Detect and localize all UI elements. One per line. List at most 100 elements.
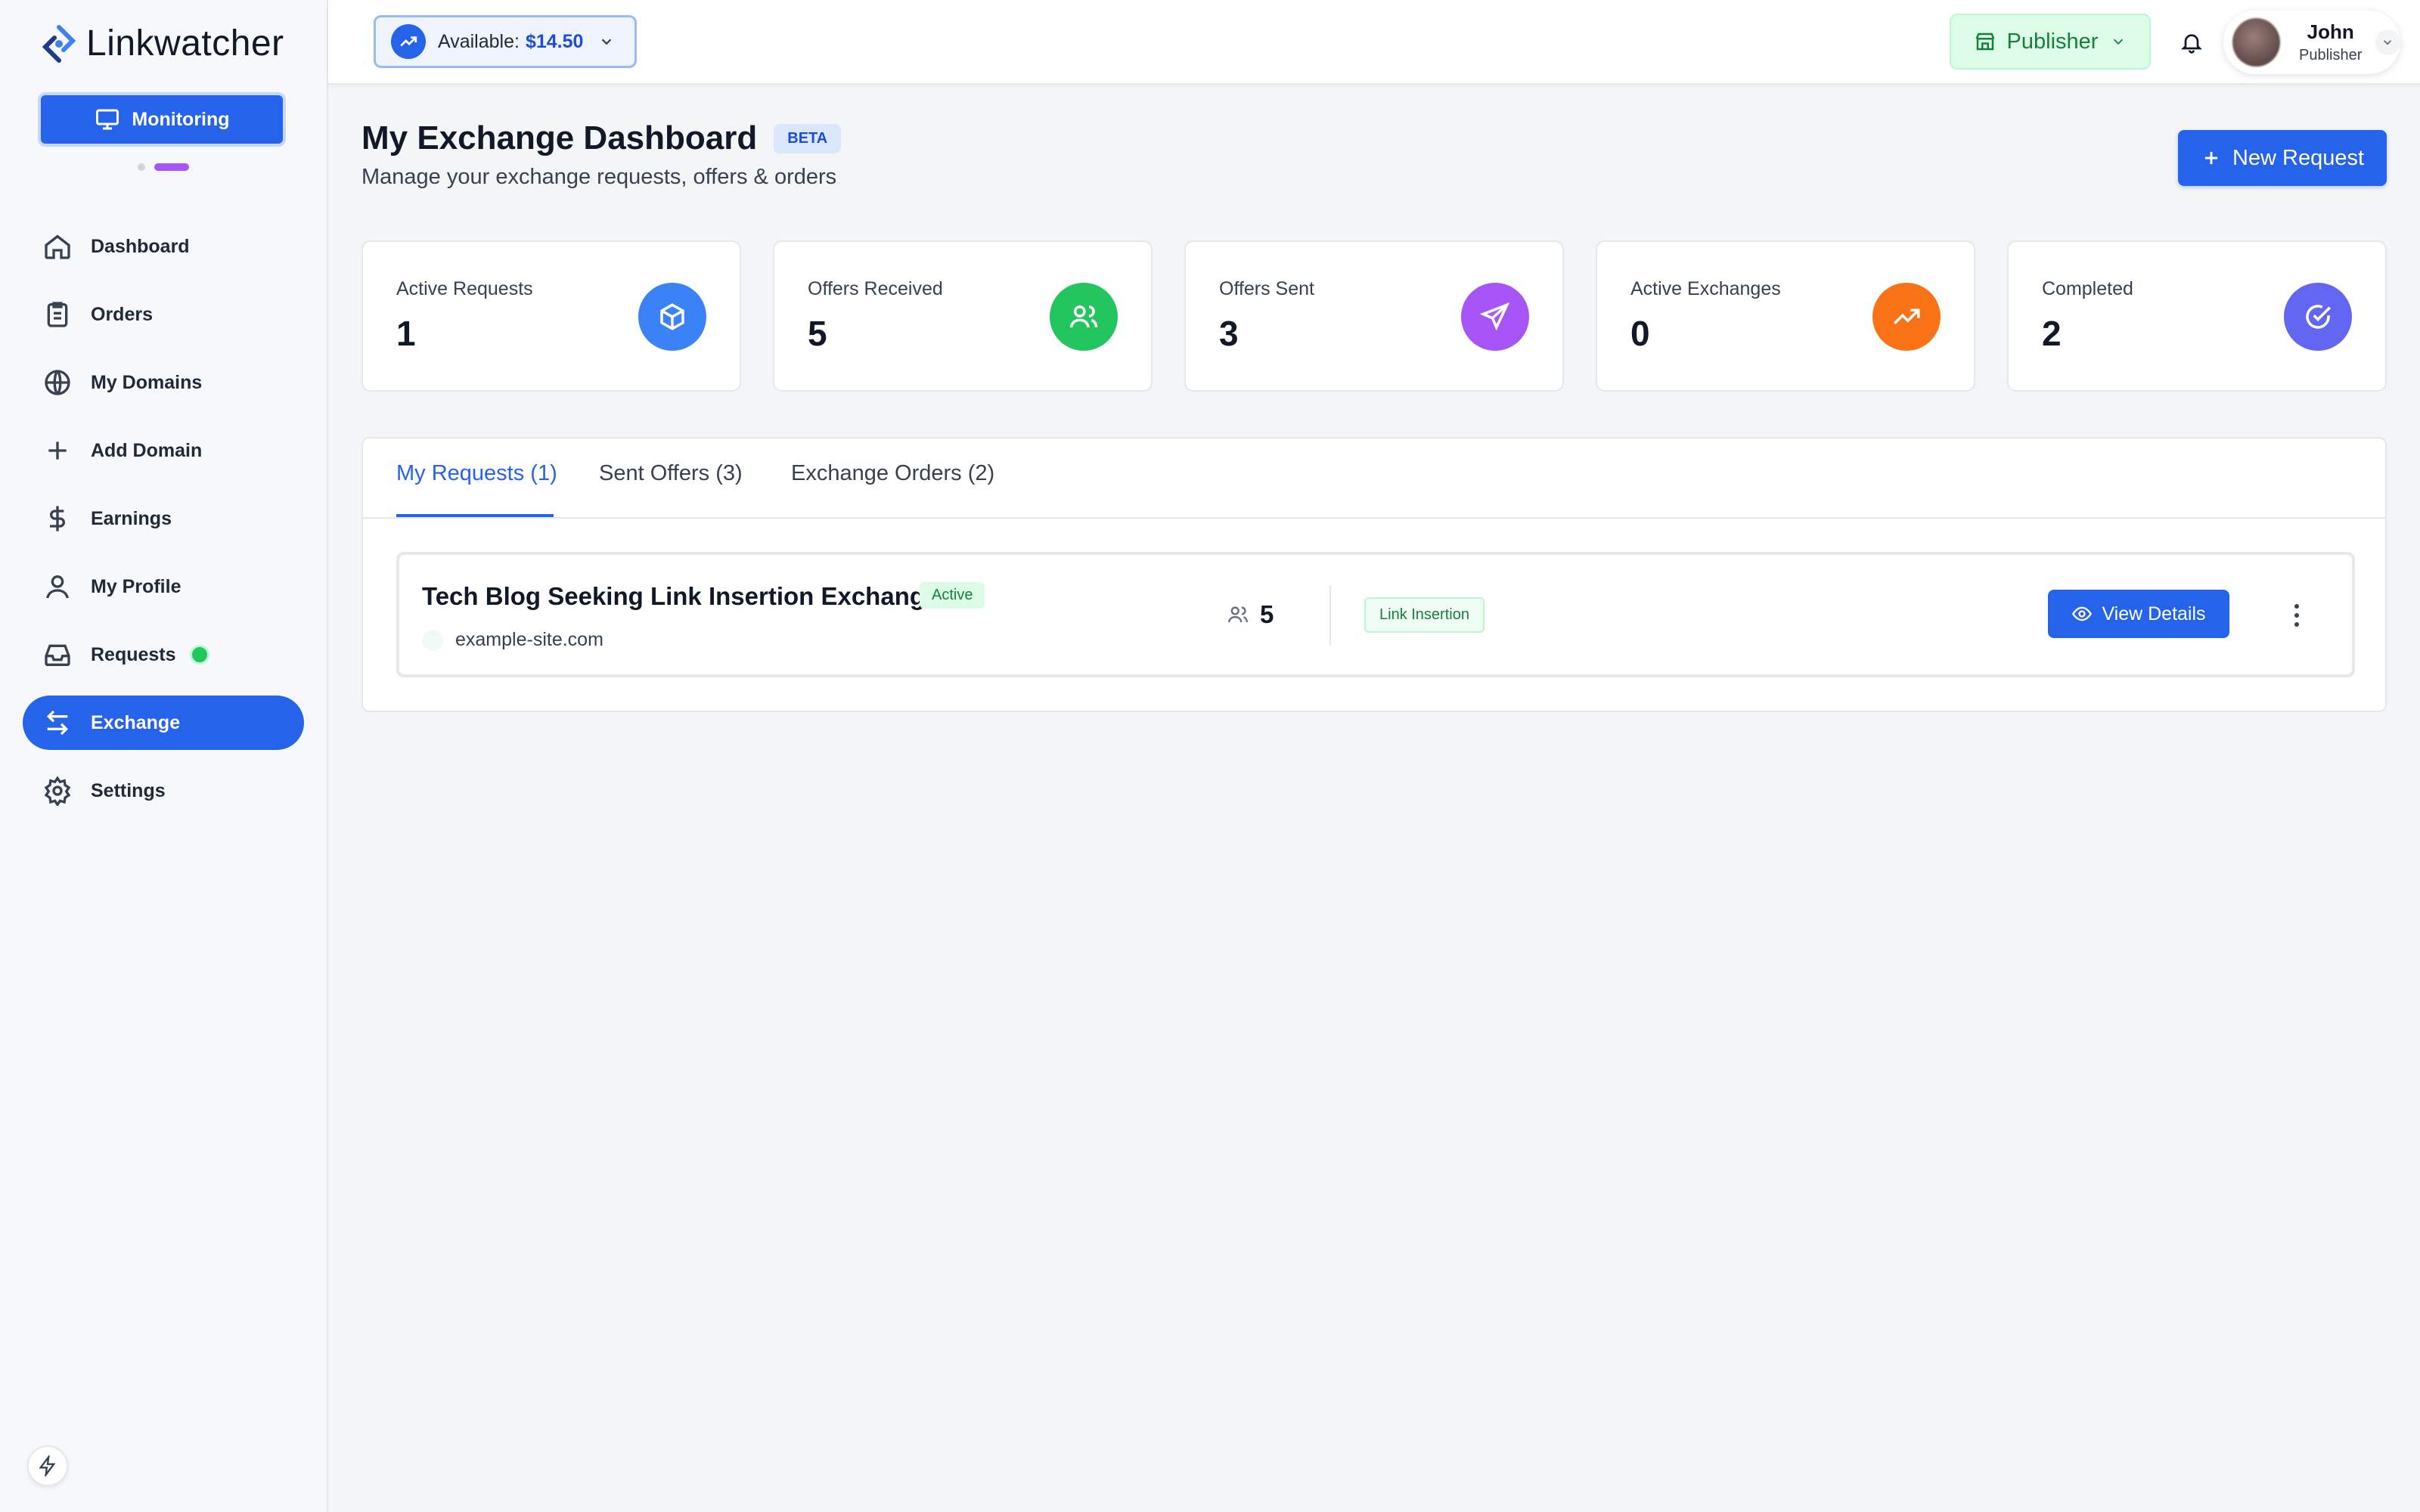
stat-label: Offers Received [808, 278, 943, 299]
stat-card-offers-received: Offers Received 5 [773, 240, 1153, 392]
users-icon [1069, 305, 1098, 328]
sidebar-item-label: Add Domain [91, 439, 203, 461]
avatar [2232, 18, 2280, 67]
page-header: My Exchange Dashboard BETA [361, 119, 842, 157]
sidebar-item-settings[interactable]: Settings [23, 764, 304, 818]
user-role: Publisher [2299, 47, 2363, 64]
stat-label: Offers Sent [1219, 278, 1314, 299]
kebab-dot [2294, 604, 2299, 609]
view-details-button[interactable]: View Details [2048, 590, 2229, 638]
role-label: Publisher [2006, 29, 2099, 54]
user-menu[interactable]: John Publisher [2223, 11, 2400, 74]
balance-label: Available: [438, 30, 520, 52]
sidebar: Linkwatcher Monitoring Dashboard Orders [0, 0, 328, 1512]
favicon-icon [422, 629, 443, 651]
monitoring-button[interactable]: Monitoring [38, 92, 286, 147]
balance-dropdown[interactable]: Available: $14.50 [374, 15, 637, 68]
request-domain: example-site.com [422, 629, 603, 651]
requests-panel: My Requests (1) Sent Offers (3) Exchange… [361, 437, 2387, 712]
stat-icon-circle [1461, 283, 1529, 351]
stat-label: Active Exchanges [1630, 278, 1781, 299]
sidebar-item-orders[interactable]: Orders [23, 287, 304, 342]
user-menu-toggle[interactable] [2375, 29, 2400, 55]
tab-bar: My Requests (1) Sent Offers (3) Exchange… [363, 438, 2385, 519]
chevron-down-icon [2384, 40, 2392, 45]
sidebar-item-label: Orders [91, 303, 153, 325]
kebab-dot [2294, 613, 2299, 618]
view-details-label: View Details [2102, 603, 2206, 624]
plus-icon [48, 442, 67, 460]
sidebar-item-label: My Domains [91, 371, 203, 393]
stat-value: 2 [2042, 314, 2062, 353]
page-title: My Exchange Dashboard [361, 119, 758, 156]
trending-up-icon [1894, 308, 1920, 324]
pager-dot-active[interactable] [154, 163, 189, 171]
sidebar-item-label: Requests [91, 643, 176, 665]
sidebar-item-my-profile[interactable]: My Profile [23, 559, 304, 614]
bolt-icon [39, 1455, 56, 1476]
gear-icon [44, 776, 71, 806]
divider [1329, 585, 1331, 646]
user-icon [46, 575, 69, 599]
new-request-label: New Request [2232, 145, 2365, 170]
sidebar-item-add-domain[interactable]: Add Domain [23, 423, 304, 478]
monitor-icon [96, 109, 119, 130]
sidebar-item-label: Exchange [91, 711, 181, 733]
chevron-down-icon [602, 39, 612, 45]
role-switcher-button[interactable]: Publisher [1950, 14, 2151, 70]
user-name: John [2307, 20, 2354, 43]
dollar-icon [50, 506, 65, 531]
tab-sent-offers[interactable]: Sent Offers (3) [599, 461, 743, 486]
bell-icon [2181, 34, 2202, 54]
quick-action-button[interactable] [27, 1445, 68, 1486]
stat-label: Active Requests [396, 278, 533, 299]
sidebar-item-exchange[interactable]: Exchange [23, 696, 304, 750]
store-icon [1975, 33, 1994, 51]
sidebar-item-label: Settings [91, 779, 166, 801]
stat-card-active-requests: Active Requests 1 [361, 240, 741, 392]
domain-text: example-site.com [455, 629, 603, 650]
stat-icon-circle [1050, 283, 1118, 351]
sidebar-item-label: Dashboard [91, 235, 190, 257]
exchange-icon [46, 710, 69, 736]
active-tab-indicator [396, 514, 554, 517]
clipboard-icon [47, 302, 68, 327]
notifications-button[interactable] [2172, 23, 2211, 62]
new-request-button[interactable]: New Request [2178, 130, 2387, 186]
trending-up-icon [400, 36, 417, 47]
balance-amount: $14.50 [525, 30, 584, 52]
eye-icon [2072, 606, 2093, 621]
kebab-dot [2294, 622, 2299, 627]
type-badge: Link Insertion [1364, 597, 1485, 633]
sidebar-item-label: My Profile [91, 575, 182, 597]
globe-icon [45, 370, 70, 395]
pager-dot[interactable] [138, 163, 145, 171]
sidebar-item-dashboard[interactable]: Dashboard [23, 219, 304, 274]
list-item[interactable]: Tech Blog Seeking Link Insertion Exchang… [396, 552, 2355, 677]
inbox-icon [45, 644, 70, 666]
stat-icon-circle [1872, 283, 1941, 351]
carousel-indicator [138, 163, 189, 171]
more-options-button[interactable] [2281, 597, 2313, 634]
tab-my-requests[interactable]: My Requests (1) [396, 461, 557, 486]
chevron-down-icon [2114, 39, 2124, 45]
sidebar-item-requests[interactable]: Requests [23, 627, 304, 682]
send-icon [1479, 302, 1510, 331]
plus-icon [2204, 151, 2218, 165]
stat-card-active-exchanges: Active Exchanges 0 [1596, 240, 1975, 392]
stat-icon-circle [638, 283, 706, 351]
logo[interactable]: Linkwatcher [41, 23, 284, 64]
topbar: Available: $14.50 Publisher John Publish… [328, 0, 2420, 85]
offers-number: 5 [1260, 600, 1274, 628]
stat-value: 5 [808, 314, 827, 353]
monitoring-label: Monitoring [132, 108, 230, 130]
request-title[interactable]: Tech Blog Seeking Link Insertion Exchang… [422, 582, 939, 611]
box-icon [660, 303, 684, 330]
stat-value: 1 [396, 314, 416, 353]
sidebar-item-earnings[interactable]: Earnings [23, 491, 304, 546]
sidebar-item-my-domains[interactable]: My Domains [23, 355, 304, 410]
balance-icon-wrap [391, 24, 426, 59]
stat-label: Completed [2042, 278, 2133, 299]
offers-count: 5 [1227, 600, 1274, 629]
tab-exchange-orders[interactable]: Exchange Orders (2) [791, 461, 994, 486]
